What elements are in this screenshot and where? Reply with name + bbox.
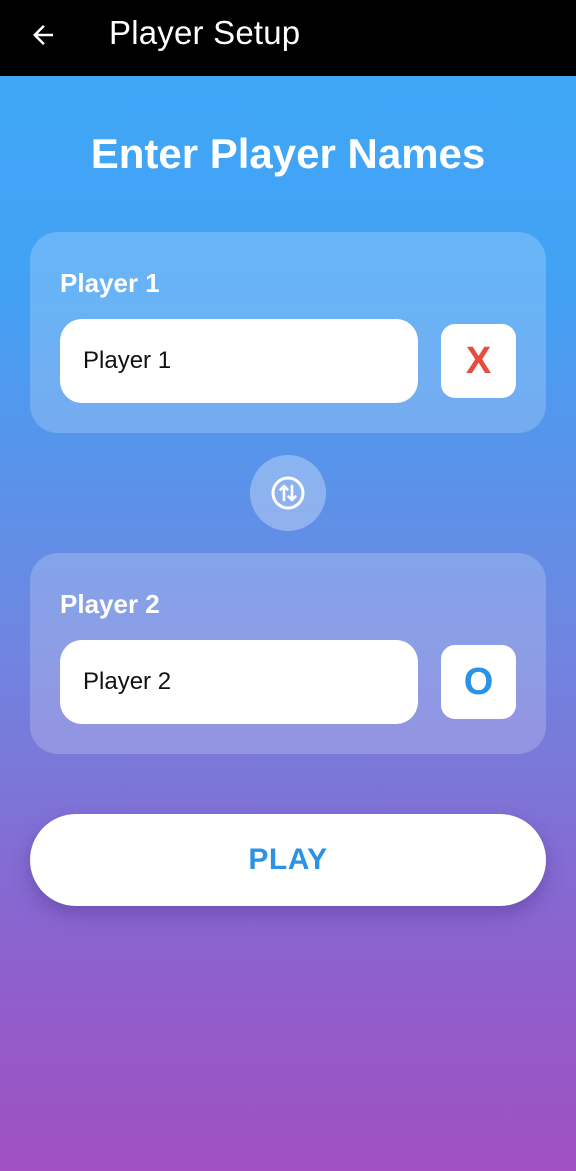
swap-vertical-icon (271, 476, 305, 510)
player-2-symbol: O (463, 660, 494, 703)
player-1-name-input[interactable] (60, 319, 418, 403)
player-1-card: Player 1 X (30, 232, 546, 433)
player-2-label: Player 2 (60, 589, 160, 619)
app-bar-title: Player Setup (109, 14, 301, 51)
play-button[interactable]: PLAY (30, 814, 546, 906)
swap-players-button[interactable] (250, 455, 326, 531)
arrow-left-icon (33, 25, 53, 45)
player-2-card: Player 2 O (30, 553, 546, 754)
player-1-symbol-button[interactable]: X (441, 324, 516, 398)
player-2-symbol-button[interactable]: O (441, 645, 516, 719)
player-1-symbol: X (465, 339, 492, 382)
app-bar: Player Setup (0, 0, 576, 76)
back-button[interactable] (26, 18, 60, 52)
player-1-label: Player 1 (60, 268, 160, 298)
page-heading: Enter Player Names (90, 130, 486, 177)
player-2-name-input[interactable] (60, 640, 418, 724)
